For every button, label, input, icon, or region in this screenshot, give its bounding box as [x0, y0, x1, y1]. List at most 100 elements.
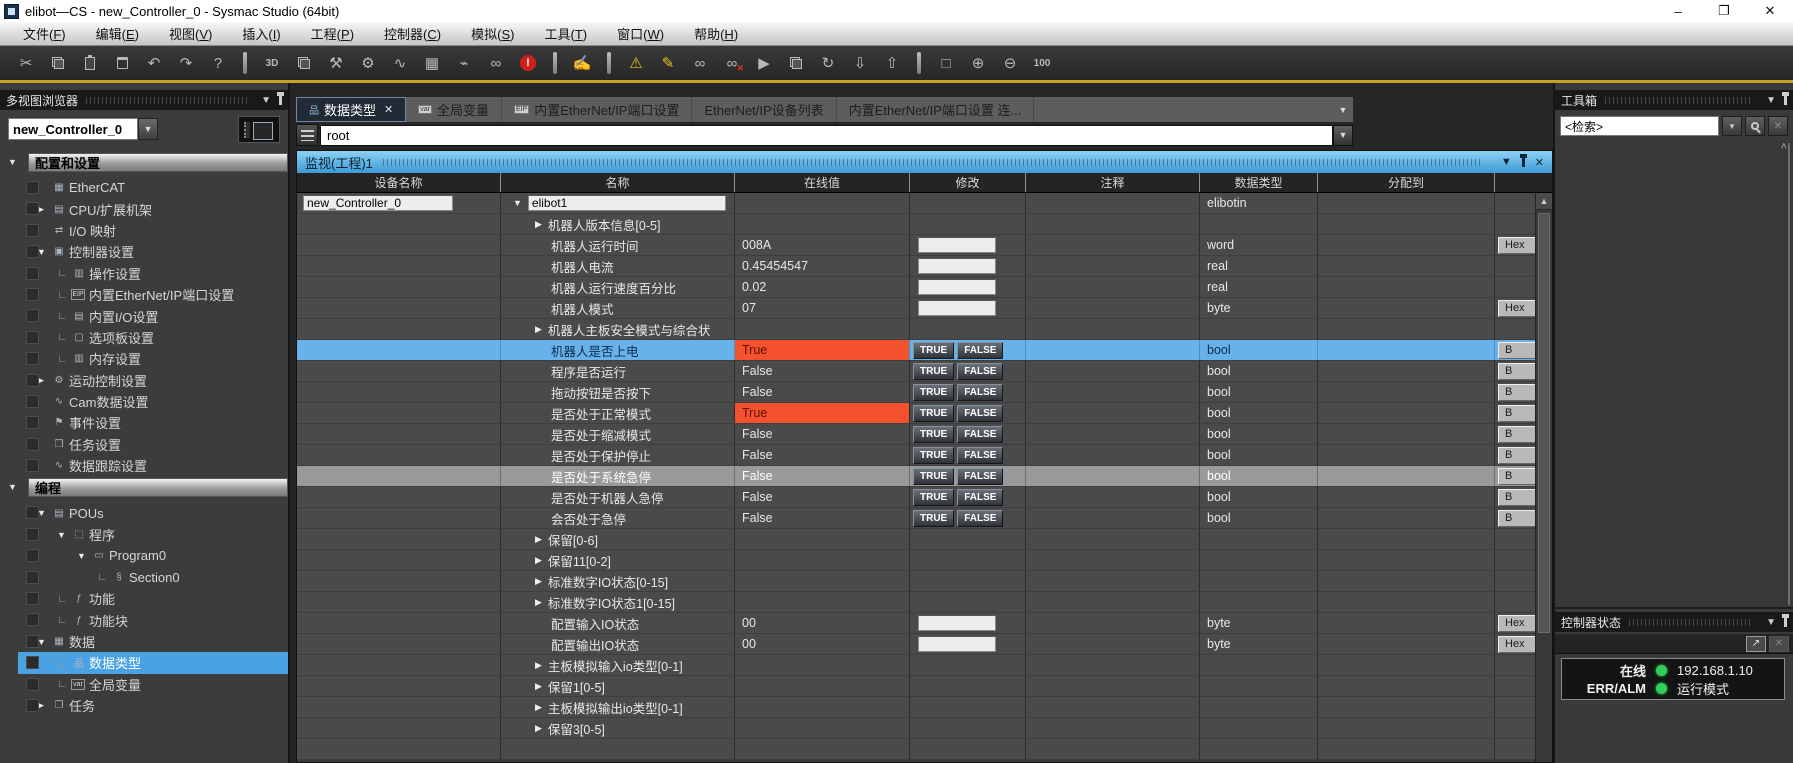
sidebar-item-Program0[interactable]: ▼▭Program0 — [0, 545, 288, 566]
chevron-right-icon[interactable]: ▶ — [535, 534, 542, 545]
controller-select[interactable] — [8, 118, 138, 140]
chevron-right-icon[interactable]: ▶ — [535, 555, 542, 566]
sidebar-item-数据[interactable]: ▼▦数据 — [0, 631, 288, 652]
close-icon[interactable]: ✕ — [1769, 636, 1789, 652]
sidebar-item-全局变量[interactable]: ∟var全局变量 — [0, 674, 288, 695]
zoom-in-icon[interactable]: ⊕ — [965, 50, 991, 76]
pin-icon[interactable] — [1522, 158, 1525, 167]
chevron-right-icon[interactable]: ▶ — [535, 723, 542, 734]
chevron-right-icon[interactable]: ▶ — [37, 204, 51, 215]
watch-row[interactable]: 是否处于缩减模式FalseTRUEFALSEboolB — [297, 424, 1535, 445]
3d-view-icon[interactable]: 3D — [259, 50, 285, 76]
pointer-tool-icon[interactable]: ✍ — [569, 50, 595, 76]
search-binoculars-icon[interactable]: ∞ — [483, 50, 509, 76]
sidebar-item-程序[interactable]: ▼⬚程序 — [0, 524, 288, 545]
tab-全局变量[interactable]: var全局变量 — [406, 97, 502, 122]
watch-titlebar[interactable]: 监视(工程)1 ▼ ✕ — [297, 151, 1552, 173]
toolbox-search-input[interactable] — [1560, 116, 1719, 136]
scrollbar-thumb[interactable] — [1538, 213, 1550, 633]
watch-row[interactable]: ▶保留1[0-5] — [297, 676, 1535, 697]
chevron-right-icon[interactable]: ▶ — [535, 681, 542, 692]
set-false-button[interactable]: FALSE — [957, 405, 1003, 422]
display-format-button[interactable]: Hex — [1498, 615, 1535, 632]
set-true-button[interactable]: TRUE — [913, 468, 954, 485]
modify-value-input[interactable] — [918, 279, 996, 295]
sidebar-item-数据类型[interactable]: ∟品数据类型 — [0, 652, 288, 673]
watch-row[interactable]: 机器人是否上电TrueTRUEFALSEboolB — [297, 340, 1535, 361]
search-icon[interactable] — [1745, 116, 1765, 136]
watch-row[interactable]: 机器人运行速度百分比0.02real — [297, 277, 1535, 298]
watch-row[interactable]: ▶保留[0-6] — [297, 529, 1535, 550]
sidebar-item-选项板设置[interactable]: ∟▢选项板设置 — [0, 327, 288, 348]
display-format-button[interactable]: B — [1498, 405, 1535, 422]
modify-value-input[interactable] — [918, 636, 996, 652]
transfer-upload-icon[interactable]: ⇧ — [879, 50, 905, 76]
set-true-button[interactable]: TRUE — [913, 447, 954, 464]
menu-item-c[interactable]: 控制器(C) — [369, 21, 456, 46]
chevron-right-icon[interactable]: ▶ — [535, 660, 542, 671]
toolbox-scrollbar[interactable] — [1788, 143, 1790, 605]
watch-row[interactable]: ▶主板模拟输出io类型[0-1] — [297, 697, 1535, 718]
chevron-right-icon[interactable]: ▶ — [37, 375, 51, 386]
set-false-button[interactable]: FALSE — [957, 426, 1003, 443]
watch-row[interactable]: ▶保留11[0-2] — [297, 550, 1535, 571]
trace-table-icon[interactable]: ▦ — [419, 50, 445, 76]
watch-row[interactable]: 是否处于保护停止FalseTRUEFALSEboolB — [297, 445, 1535, 466]
sidebar-item-数据跟踪设置[interactable]: ∿数据跟踪设置 — [0, 455, 288, 476]
display-format-button[interactable]: B — [1498, 510, 1535, 527]
menu-item-h[interactable]: 帮助(H) — [679, 21, 753, 46]
sidebar-item-CPU/扩展机架[interactable]: ▶▤CPU/扩展机架 — [0, 198, 288, 219]
watch-row[interactable]: 会否处于急停FalseTRUEFALSEboolB — [297, 508, 1535, 529]
watch-row[interactable]: 拖动按钮是否按下FalseTRUEFALSEboolB — [297, 382, 1535, 403]
display-format-button[interactable]: B — [1498, 363, 1535, 380]
set-true-button[interactable]: TRUE — [913, 489, 954, 506]
chevron-down-icon[interactable]: ▼ — [37, 247, 51, 257]
tab-EtherNet/IP设备列表[interactable]: EtherNet/IP设备列表 — [692, 97, 836, 122]
synchronize-icon[interactable]: ↻ — [815, 50, 841, 76]
sidebar-item-POUs[interactable]: ▼▤POUs — [0, 502, 288, 523]
sidebar-item-任务设置[interactable]: ❒任务设置 — [0, 434, 288, 455]
cut-icon[interactable]: ✂ — [13, 50, 39, 76]
help-icon[interactable]: ? — [205, 50, 231, 76]
watch-row[interactable]: 是否处于系统急停FalseTRUEFALSEboolB — [297, 466, 1535, 487]
zoom-100-icon[interactable]: 100 — [1029, 50, 1055, 76]
minimize-button[interactable]: – — [1655, 0, 1701, 22]
search-clear-icon[interactable]: ✕ — [1768, 116, 1788, 136]
chevron-down-icon[interactable]: ▼ — [1766, 617, 1776, 628]
warning-edit-icon[interactable]: ✎ — [655, 50, 681, 76]
set-true-button[interactable]: TRUE — [913, 510, 954, 527]
modify-value-input[interactable] — [918, 615, 996, 631]
monitor-glasses-icon[interactable]: ∞ — [687, 50, 713, 76]
pin-icon[interactable] — [1784, 618, 1787, 627]
sidebar-item-运动控制设置[interactable]: ▶⚙运动控制设置 — [0, 370, 288, 391]
modify-value-input[interactable] — [918, 258, 996, 274]
menu-item-w[interactable]: 窗口(W) — [602, 21, 679, 46]
set-false-button[interactable]: FALSE — [957, 510, 1003, 527]
sidebar-item-功能块[interactable]: ∟ƒ功能块 — [0, 609, 288, 630]
chevron-down-icon[interactable]: ▼ — [1766, 95, 1776, 106]
modify-value-input[interactable] — [918, 237, 996, 253]
chevron-right-icon[interactable]: ▶ — [535, 702, 542, 713]
sidebar-item-内置EtherNet/IP端口设置[interactable]: ∟EIP内置EtherNet/IP端口设置 — [0, 284, 288, 305]
device-name-input[interactable] — [303, 195, 453, 211]
set-false-button[interactable]: FALSE — [957, 489, 1003, 506]
display-format-button[interactable]: B — [1498, 384, 1535, 401]
watch-row[interactable]: 机器人运行时间008AwordHex — [297, 235, 1535, 256]
tab-数据类型[interactable]: 品数据类型✕ — [296, 97, 406, 122]
maximize-button[interactable]: ❐ — [1701, 0, 1747, 22]
chevron-right-icon[interactable]: ▶ — [37, 700, 51, 711]
sidebar-item-事件设置[interactable]: ⚑事件设置 — [0, 412, 288, 433]
search-dropdown-icon[interactable]: ▼ — [1722, 116, 1742, 136]
set-true-button[interactable]: TRUE — [913, 426, 954, 443]
tab-内置EtherNet/IP端口设置[interactable]: EIP内置EtherNet/IP端口设置 — [502, 97, 693, 122]
sidebar-item-操作设置[interactable]: ∟▥操作设置 — [0, 263, 288, 284]
tab-close-icon[interactable]: ✕ — [384, 103, 393, 116]
set-false-button[interactable]: FALSE — [957, 384, 1003, 401]
menu-item-e[interactable]: 编辑(E) — [81, 21, 154, 46]
chevron-down-icon[interactable]: ▼ — [8, 482, 17, 492]
zoom-out-icon[interactable]: ⊖ — [997, 50, 1023, 76]
run-icon[interactable]: ▶ — [751, 50, 777, 76]
watch-row[interactable]: 配置输入IO状态00byteHex — [297, 613, 1535, 634]
chevron-down-icon[interactable]: ▼ — [513, 198, 522, 208]
sidebar-item-Cam数据设置[interactable]: ∿Cam数据设置 — [0, 391, 288, 412]
